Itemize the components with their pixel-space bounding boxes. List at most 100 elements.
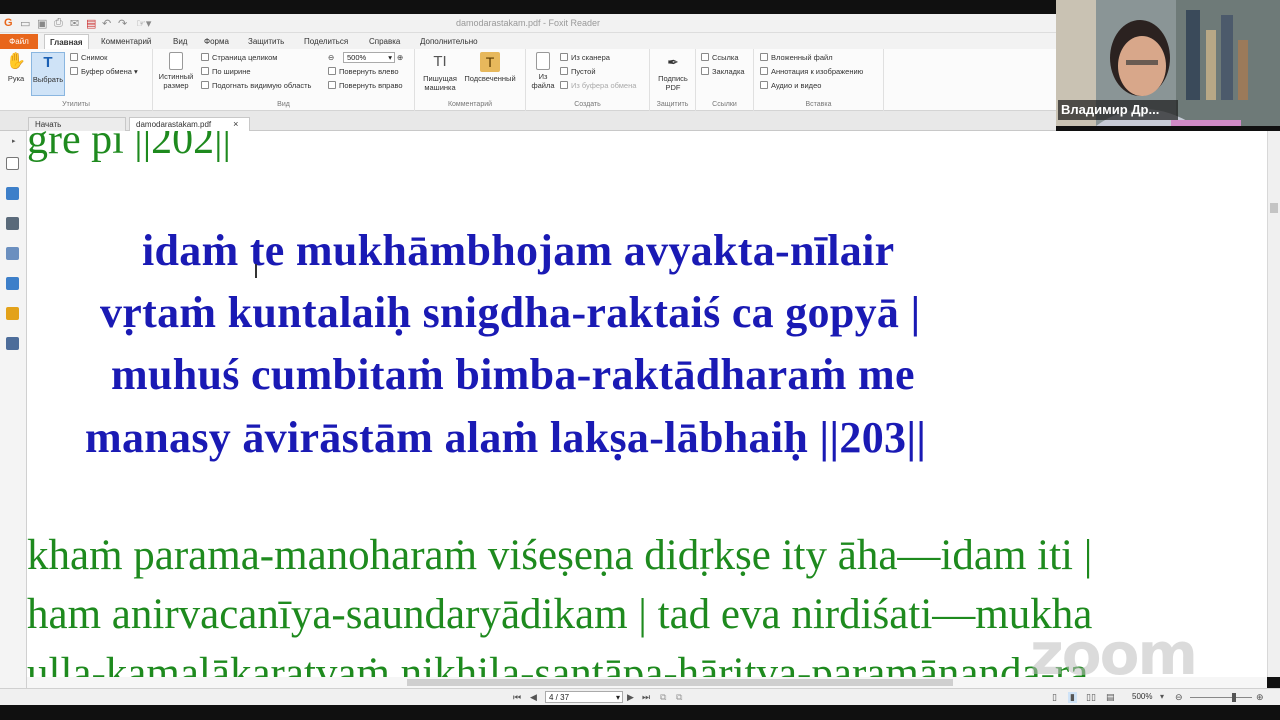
foxit-reader-window: G ▭ ▣ ⎙ ✉ ▤ ↶ ↷ ☞▾ damodarastakam.pdf - … bbox=[0, 0, 1280, 720]
security-lock-icon[interactable] bbox=[6, 307, 19, 320]
group-comment: TI Пишущая машинка T Подсвеченный Коммен… bbox=[415, 49, 526, 111]
tab-start[interactable]: Начать bbox=[28, 117, 126, 131]
sign-pdf-button[interactable]: ✒ Подпись PDF bbox=[654, 52, 692, 92]
fit-width-button[interactable]: По ширине bbox=[201, 66, 251, 78]
continuous-page-icon[interactable]: ▮ bbox=[1068, 692, 1077, 703]
fit-page-button[interactable]: Страница целиком bbox=[201, 52, 277, 64]
attachment-icon[interactable] bbox=[6, 277, 19, 290]
from-scanner-label: Из сканера bbox=[571, 53, 610, 62]
last-page-icon[interactable]: ⏭ bbox=[642, 692, 650, 703]
vertical-scroll-thumb[interactable] bbox=[1270, 203, 1278, 213]
group-label-view: Вид bbox=[277, 101, 290, 108]
zoom-slider-knob[interactable] bbox=[1232, 693, 1236, 702]
verse-number-202: gre pi ||202|| bbox=[27, 131, 231, 163]
hand-icon: ✋ bbox=[6, 53, 26, 70]
close-icon[interactable]: × bbox=[233, 119, 238, 129]
tab-view[interactable]: Вид bbox=[168, 34, 192, 49]
select-tool-button[interactable]: T Выбрать bbox=[31, 52, 65, 96]
group-label-protect: Защитить bbox=[656, 101, 689, 108]
snapshot-button[interactable]: Снимок bbox=[70, 52, 107, 64]
fit-width-label: По ширине bbox=[212, 67, 251, 76]
typewriter-button[interactable]: TI Пишущая машинка bbox=[418, 52, 462, 92]
blank-button[interactable]: Пустой bbox=[560, 66, 596, 78]
zoom-in-icon[interactable]: ⊕ bbox=[397, 52, 403, 64]
snapshot-label: Снимок bbox=[81, 53, 108, 62]
audio-video-button[interactable]: Аудио и видео bbox=[760, 80, 821, 92]
camera-icon bbox=[70, 53, 78, 61]
group-label-utilities: Утилиты bbox=[62, 101, 90, 108]
fit-visible-icon bbox=[201, 81, 209, 89]
bookmark-label: Закладка bbox=[712, 67, 745, 76]
page-number-value: 4 / 37 bbox=[549, 693, 570, 702]
single-page-icon[interactable]: ▯ bbox=[1052, 692, 1057, 703]
clipboard-paste-icon bbox=[560, 81, 568, 89]
continuous-facing-icon[interactable]: ▤ bbox=[1106, 692, 1115, 703]
highlight-button[interactable]: T Подсвеченный bbox=[461, 52, 519, 83]
first-page-icon[interactable]: ⏮ bbox=[513, 692, 521, 703]
group-protect: ✒ Подпись PDF Защитить bbox=[650, 49, 696, 111]
zoom-out-icon[interactable]: ⊖ bbox=[1175, 692, 1183, 703]
image-annotation-button[interactable]: Аннотация к изображению bbox=[760, 66, 863, 78]
vertical-scrollbar[interactable] bbox=[1267, 131, 1280, 677]
fit-visible-button[interactable]: Подогнать видимую область bbox=[201, 80, 311, 92]
commentary-line-1: khaṁ parama-manoharaṁ viśeṣeṇa didṛkṣe i… bbox=[27, 532, 1093, 579]
rotate-right-button[interactable]: Повернуть вправо bbox=[328, 80, 403, 92]
image-annotation-label: Аннотация к изображению bbox=[771, 67, 864, 76]
clipboard-label: Буфер обмена bbox=[81, 67, 132, 76]
tab-home[interactable]: Главная bbox=[44, 34, 89, 49]
highlight-icon: T bbox=[480, 52, 500, 72]
from-clipboard-button[interactable]: Из буфера обмена bbox=[560, 80, 636, 92]
media-icon bbox=[760, 81, 768, 89]
zoom-combo[interactable]: 500% ▾ bbox=[343, 52, 395, 63]
document-view[interactable]: gre pi ||202|| idaṁ te mukhāmbhojam avya… bbox=[27, 131, 1267, 677]
tab-protect[interactable]: Защитить bbox=[243, 34, 289, 49]
from-scanner-button[interactable]: Из сканера bbox=[560, 52, 610, 64]
attach-file-button[interactable]: Вложенный файл bbox=[760, 52, 833, 64]
participant-name-label: Владимир Др... bbox=[1058, 100, 1178, 120]
previous-view-icon[interactable]: ⧉ bbox=[660, 692, 666, 703]
rotate-right-icon bbox=[328, 81, 336, 89]
tab-comment[interactable]: Комментарий bbox=[96, 34, 156, 49]
previous-page-icon[interactable]: ◀ bbox=[530, 692, 537, 703]
bookmark-button[interactable]: Закладка bbox=[701, 66, 745, 78]
tab-advanced[interactable]: Дополнительно bbox=[415, 34, 483, 49]
next-page-icon[interactable]: ▶ bbox=[627, 692, 634, 703]
from-clipboard-label: Из буфера обмена bbox=[571, 81, 637, 90]
signature-pen-icon: ✒ bbox=[667, 54, 679, 70]
layers-icon[interactable] bbox=[6, 187, 19, 200]
chevron-down-icon: ▾ bbox=[388, 53, 392, 62]
verse-line-2: vṛtaṁ kuntalaiḥ snigdha-raktaiś ca gopyā… bbox=[100, 288, 921, 337]
zoom-slider[interactable] bbox=[1190, 697, 1252, 698]
facing-page-icon[interactable]: ▯▯ bbox=[1086, 692, 1096, 703]
tab-help[interactable]: Справка bbox=[364, 34, 405, 49]
ribbon: ✋ Рука T Выбрать Снимок Буфер обмена ▾ У… bbox=[0, 49, 1056, 111]
tab-form[interactable]: Форма bbox=[199, 34, 234, 49]
horizontal-scroll-thumb[interactable] bbox=[407, 679, 953, 686]
tab-document[interactable]: damodarastakam.pdf × bbox=[129, 117, 250, 131]
pages-icon[interactable] bbox=[6, 157, 19, 170]
group-label-insert: Вставка bbox=[805, 101, 832, 108]
zoom-out-icon[interactable]: ⊖ bbox=[328, 52, 334, 64]
page-number-field[interactable]: 4 / 37 ▾ bbox=[545, 691, 623, 703]
tab-share[interactable]: Поделиться bbox=[299, 34, 353, 49]
tab-file[interactable]: Файл bbox=[0, 34, 38, 49]
hand-tool-button[interactable]: ✋ Рука bbox=[1, 52, 31, 83]
commentary-line-3: ulla-kamalākaratvaṁ nikhila-santāpa-hāri… bbox=[27, 650, 1089, 677]
from-file-button[interactable]: Из файла bbox=[528, 52, 558, 90]
collapse-arrow-icon[interactable]: ▸ bbox=[12, 137, 18, 145]
status-bar: ⏮ ◀ 4 / 37 ▾ ▶ ⏭ ⧉ ⧉ ▯ ▮ ▯▯ ▤ 500% ▾ ⊖ ⊕ bbox=[0, 688, 1280, 705]
signature-panel-icon[interactable] bbox=[6, 337, 19, 350]
group-view: Истинный размер Страница целиком По шири… bbox=[153, 49, 415, 111]
chevron-down-icon[interactable]: ▾ bbox=[1160, 692, 1164, 701]
rotate-left-button[interactable]: Повернуть влево bbox=[328, 66, 399, 78]
bookmarks-panel-icon[interactable] bbox=[6, 217, 19, 230]
comments-panel-icon[interactable] bbox=[6, 247, 19, 260]
zoom-in-icon[interactable]: ⊕ bbox=[1256, 692, 1264, 703]
status-zoom-level[interactable]: 500% bbox=[1132, 692, 1152, 701]
next-view-icon[interactable]: ⧉ bbox=[676, 692, 682, 703]
verse-line-3: muhuś cumbitaṁ bimba-raktādharaṁ me bbox=[111, 350, 915, 399]
clipboard-button[interactable]: Буфер обмена ▾ bbox=[70, 66, 138, 78]
link-button[interactable]: Ссылка bbox=[701, 52, 739, 64]
group-label-links: Ссылки bbox=[712, 101, 737, 108]
actual-size-button[interactable]: Истинный размер bbox=[155, 52, 197, 90]
